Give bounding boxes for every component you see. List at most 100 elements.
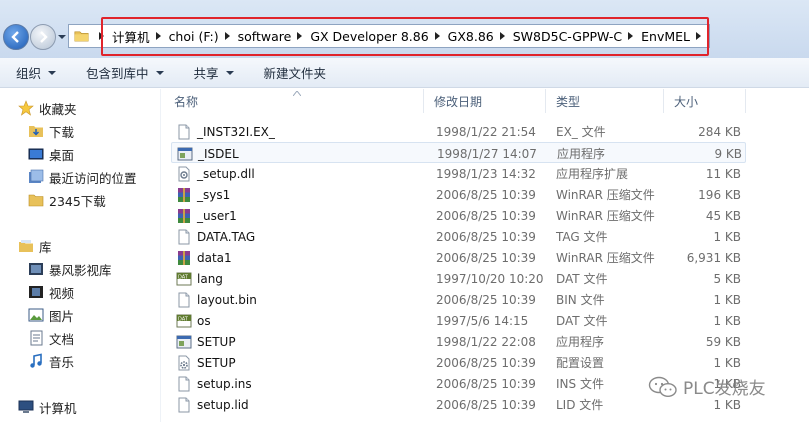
nav-computer[interactable]: 计算机 bbox=[18, 397, 77, 417]
nav-videos[interactable]: 视频 bbox=[28, 282, 74, 302]
forward-button[interactable] bbox=[30, 24, 56, 50]
file-row[interactable]: DAT os 1997/5/6 14:15 DAT 文件 1 KB bbox=[171, 310, 746, 331]
back-arrow-icon bbox=[11, 31, 19, 43]
file-type: 应用程序扩展 bbox=[556, 167, 629, 181]
file-date: 1998/1/22 22:08 bbox=[436, 334, 536, 349]
nav-desktop-label: 桌面 bbox=[49, 147, 75, 163]
file-row[interactable]: _user1 2006/8/25 10:39 WinRAR 压缩文件 45 KB bbox=[171, 205, 746, 226]
winrar-icon bbox=[176, 187, 192, 203]
file-size: 59 KB bbox=[705, 334, 741, 349]
file-name-cell: SETUP bbox=[176, 352, 236, 373]
blank-file-icon bbox=[176, 376, 192, 392]
column-header-type[interactable]: 类型 bbox=[546, 89, 664, 113]
file-name-cell: _sys1 bbox=[176, 184, 230, 205]
nav-2345-label: 2345下载 bbox=[49, 193, 106, 209]
file-date: 1997/5/6 14:15 bbox=[436, 313, 529, 328]
file-name-cell: _setup.dll bbox=[176, 163, 255, 184]
file-row[interactable]: layout.bin 2006/8/25 10:39 BIN 文件 1 KB bbox=[171, 289, 746, 310]
file-type: WinRAR 压缩文件 bbox=[556, 188, 655, 202]
svg-text:DAT: DAT bbox=[178, 316, 189, 322]
file-name: _user1 bbox=[197, 208, 237, 223]
download-folder-icon bbox=[28, 123, 44, 139]
file-type: WinRAR 压缩文件 bbox=[556, 209, 655, 223]
file-row[interactable]: _sys1 2006/8/25 10:39 WinRAR 压缩文件 196 KB bbox=[171, 184, 746, 205]
file-size: 5 KB bbox=[713, 271, 741, 286]
nav-downloads[interactable]: 下载 bbox=[28, 121, 74, 141]
column-name-label: 名称 bbox=[174, 94, 199, 109]
column-header-size[interactable]: 大小 bbox=[664, 89, 746, 113]
nav-music[interactable]: 音乐 bbox=[28, 351, 74, 371]
file-row[interactable]: data1 2006/8/25 10:39 WinRAR 压缩文件 6,931 KB bbox=[171, 247, 746, 268]
file-row[interactable]: _INST32I.EX_ 1998/1/22 21:54 EX_ 文件 284 KB bbox=[171, 121, 746, 142]
column-header-date[interactable]: 修改日期 bbox=[424, 89, 546, 113]
nav-pictures[interactable]: 图片 bbox=[28, 305, 74, 325]
file-size: 11 KB bbox=[705, 166, 741, 181]
file-name-cell: data1 bbox=[176, 247, 232, 268]
file-type: WinRAR 压缩文件 bbox=[556, 251, 655, 265]
file-type: LID 文件 bbox=[556, 398, 604, 412]
share-label: 共享 bbox=[193, 66, 219, 81]
svg-text:DAT: DAT bbox=[178, 274, 189, 280]
back-button[interactable] bbox=[3, 24, 29, 50]
include-in-library-button[interactable]: 包含到库中 bbox=[86, 63, 164, 82]
winrar-icon bbox=[176, 250, 192, 266]
nav-favorites[interactable]: 收藏夹 bbox=[18, 98, 77, 118]
chevron-down-icon bbox=[155, 70, 164, 75]
file-name: SETUP bbox=[197, 355, 236, 370]
file-date: 2006/8/25 10:39 bbox=[436, 187, 536, 202]
dat-icon: DAT bbox=[176, 313, 192, 329]
share-button[interactable]: 共享 bbox=[194, 63, 234, 82]
nav-libraries[interactable]: 库 bbox=[18, 236, 52, 256]
file-name: _setup.dll bbox=[197, 166, 255, 181]
file-row[interactable]: DATA.TAG 2006/8/25 10:39 TAG 文件 1 KB bbox=[171, 226, 746, 247]
file-name: os bbox=[197, 313, 211, 328]
file-name: layout.bin bbox=[197, 292, 257, 307]
new-folder-button[interactable]: 新建文件夹 bbox=[264, 63, 327, 82]
file-size: 45 KB bbox=[705, 208, 741, 223]
file-date: 2006/8/25 10:39 bbox=[436, 397, 536, 412]
recent-pages-dropdown-icon[interactable] bbox=[57, 32, 67, 42]
file-date: 1998/1/27 14:07 bbox=[437, 146, 537, 161]
chevron-down-icon bbox=[225, 70, 234, 75]
file-date: 1997/10/20 10:20 bbox=[436, 271, 544, 286]
file-type: DAT 文件 bbox=[556, 272, 608, 286]
nav-storm-video-library[interactable]: 暴风影视库 bbox=[28, 259, 112, 279]
library-icon bbox=[18, 238, 34, 254]
music-note-icon bbox=[28, 353, 44, 369]
file-row[interactable]: SETUP 2006/8/25 10:39 配置设置 1 KB bbox=[171, 352, 746, 373]
star-icon bbox=[18, 100, 34, 116]
nav-2345-downloads[interactable]: 2345下载 bbox=[28, 190, 106, 210]
navigation-pane: 收藏夹 下载 桌面 最近访问的位置 2345下载 库 暴风影视库 视频 图片 文… bbox=[0, 89, 160, 422]
file-row[interactable]: DAT lang 1997/10/20 10:20 DAT 文件 5 KB bbox=[171, 268, 746, 289]
nav-documents[interactable]: 文档 bbox=[28, 328, 74, 348]
forward-arrow-icon bbox=[40, 31, 48, 43]
sort-up-icon bbox=[293, 91, 301, 96]
column-size-label: 大小 bbox=[674, 94, 699, 109]
address-bar-strip: 计算机 choi (F:) software GX Developer 8.86… bbox=[0, 0, 809, 58]
file-row[interactable]: SETUP 1998/1/22 22:08 应用程序 59 KB bbox=[171, 331, 746, 352]
file-date: 1998/1/23 14:32 bbox=[436, 166, 536, 181]
file-name: _INST32I.EX_ bbox=[197, 124, 275, 139]
nav-recent-places[interactable]: 最近访问的位置 bbox=[28, 167, 137, 187]
command-toolbar: 组织 包含到库中 共享 新建文件夹 bbox=[0, 58, 809, 88]
file-row[interactable]: _setup.dll 1998/1/23 14:32 应用程序扩展 11 KB bbox=[171, 163, 746, 184]
file-name: setup.ins bbox=[197, 376, 252, 391]
file-type: 应用程序 bbox=[556, 335, 605, 349]
file-type: TAG 文件 bbox=[556, 230, 608, 244]
dat-icon: DAT bbox=[176, 271, 192, 287]
file-row[interactable]: _ISDEL 1998/1/27 14:07 应用程序 9 KB bbox=[171, 142, 746, 163]
nav-desktop[interactable]: 桌面 bbox=[28, 144, 74, 164]
pictures-icon bbox=[28, 307, 44, 323]
file-type: 应用程序 bbox=[557, 147, 606, 161]
winrar-icon bbox=[176, 208, 192, 224]
column-type-label: 类型 bbox=[556, 94, 581, 109]
file-name-cell: setup.lid bbox=[176, 394, 249, 415]
nav-computer-label: 计算机 bbox=[39, 400, 77, 416]
nav-videos-label: 视频 bbox=[49, 285, 75, 301]
file-name: setup.lid bbox=[197, 397, 249, 412]
organize-button[interactable]: 组织 bbox=[16, 63, 57, 82]
watermark: PLC发烧友 bbox=[648, 374, 766, 399]
file-name-cell: SETUP bbox=[176, 331, 236, 352]
file-name: SETUP bbox=[197, 334, 236, 349]
new-folder-label: 新建文件夹 bbox=[263, 66, 327, 81]
